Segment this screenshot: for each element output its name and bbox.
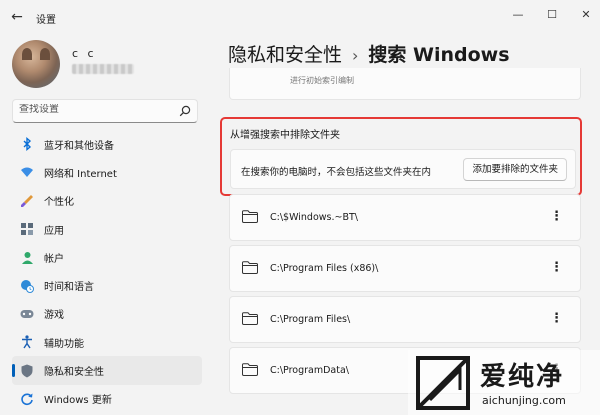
person-icon: [20, 250, 34, 264]
watermark: 爱纯净 aichunjing.com: [408, 350, 600, 415]
sidebar-item-bluetooth[interactable]: 蓝牙和其他设备: [12, 130, 202, 158]
folder-path: C:\Program Files\: [270, 314, 351, 325]
sidebar-nav: 蓝牙和其他设备 网络和 Internet 个性化 应用 帐户 时间和语言 游戏 …: [12, 130, 202, 413]
close-button[interactable]: ✕: [576, 6, 596, 24]
indexing-card: 进行初始索引编制: [229, 68, 581, 100]
search-icon[interactable]: [179, 105, 191, 117]
sidebar-item-label: Windows 更新: [44, 395, 112, 407]
page-title: 搜索 Windows: [368, 44, 510, 66]
sidebar-item-label: 个性化: [44, 197, 74, 209]
back-button[interactable]: ←: [8, 8, 26, 26]
search-box[interactable]: [12, 99, 198, 123]
sidebar-item-label: 蓝牙和其他设备: [44, 140, 114, 152]
sidebar-item-label: 应用: [44, 225, 64, 237]
search-input[interactable]: [19, 104, 169, 115]
gamepad-icon: [20, 307, 34, 321]
brush-icon: [20, 194, 34, 208]
app-title: 设置: [36, 15, 56, 26]
breadcrumb: 隐私和安全性 › 搜索 Windows: [228, 40, 510, 67]
apps-icon: [20, 222, 34, 236]
sidebar-item-label: 游戏: [44, 310, 64, 322]
more-vertical-icon: ⋮: [550, 311, 563, 326]
folder-path: C:\ProgramData\: [270, 365, 350, 376]
sidebar-item-label: 帐户: [44, 253, 64, 265]
minimize-button[interactable]: —: [508, 6, 528, 24]
sidebar-item-windows-update[interactable]: Windows 更新: [12, 385, 202, 413]
sidebar-item-label: 时间和语言: [44, 282, 94, 294]
avatar-ear-right: [40, 48, 50, 60]
wifi-icon: [20, 165, 34, 179]
sidebar-item-network[interactable]: 网络和 Internet: [12, 158, 202, 186]
more-vertical-icon: ⋮: [550, 260, 563, 275]
update-icon: [20, 392, 34, 406]
avatar-ear-left: [22, 48, 32, 60]
accessibility-icon: [20, 335, 34, 349]
folder-icon: [242, 261, 258, 274]
exclude-description: 在搜索你的电脑时，不会包括这些文件夹在内: [241, 167, 432, 178]
folder-path: C:\Program Files (x86)\: [270, 263, 379, 274]
maximize-icon: ☐: [547, 8, 557, 21]
add-excluded-folder-button[interactable]: 添加要排除的文件夹: [463, 158, 567, 181]
sidebar-item-accessibility[interactable]: 辅助功能: [12, 328, 202, 356]
exclude-folders-card: 在搜索你的电脑时，不会包括这些文件夹在内 添加要排除的文件夹: [230, 149, 576, 189]
folder-icon: [242, 210, 258, 223]
breadcrumb-separator: ›: [352, 46, 359, 65]
bluetooth-icon: [20, 137, 34, 152]
watermark-url: aichunjing.com: [482, 394, 566, 407]
watermark-logo: [416, 356, 470, 410]
sidebar-item-accounts[interactable]: 帐户: [12, 243, 202, 271]
more-options-button[interactable]: ⋮: [550, 207, 563, 227]
excluded-folder-row: C:\Program Files (x86)\ ⋮: [229, 245, 581, 292]
more-vertical-icon: ⋮: [550, 209, 563, 224]
shield-icon: [20, 364, 34, 378]
exclude-folders-section: 从增强搜索中排除文件夹 在搜索你的电脑时，不会包括这些文件夹在内 添加要排除的文…: [220, 117, 582, 196]
maximize-button[interactable]: ☐: [542, 6, 562, 24]
sidebar-item-label: 辅助功能: [44, 338, 84, 350]
folder-icon: [242, 363, 258, 376]
sidebar-item-label: 网络和 Internet: [44, 168, 117, 180]
folder-icon: [242, 312, 258, 325]
sidebar-item-personalization[interactable]: 个性化: [12, 187, 202, 215]
sidebar-item-privacy-security[interactable]: 隐私和安全性: [12, 356, 202, 385]
account-name: c c: [72, 47, 97, 60]
avatar[interactable]: [12, 40, 60, 88]
indexing-status-text: 进行初始索引编制: [290, 76, 354, 85]
close-icon: ✕: [581, 8, 591, 21]
title-bar: ← 设置 — ☐ ✕: [0, 0, 600, 34]
sidebar-item-apps[interactable]: 应用: [12, 215, 202, 243]
sidebar-item-time-language[interactable]: 时间和语言: [12, 271, 202, 299]
globe-clock-icon: [20, 279, 34, 293]
arrow-left-icon: ←: [11, 9, 23, 25]
sidebar-item-label: 隐私和安全性: [44, 367, 104, 379]
minimize-icon: —: [512, 8, 524, 21]
watermark-brand: 爱纯净: [480, 362, 565, 392]
sidebar-item-gaming[interactable]: 游戏: [12, 300, 202, 328]
excluded-folder-row: C:\$Windows.~BT\ ⋮: [229, 194, 581, 241]
more-options-button[interactable]: ⋮: [550, 309, 563, 329]
more-options-button[interactable]: ⋮: [550, 258, 563, 278]
breadcrumb-parent[interactable]: 隐私和安全性: [228, 44, 342, 66]
account-email-blurred: [72, 64, 134, 74]
folder-path: C:\$Windows.~BT\: [270, 212, 358, 223]
excluded-folder-row: C:\Program Files\ ⋮: [229, 296, 581, 343]
section-heading: 从增强搜索中排除文件夹: [230, 130, 340, 141]
